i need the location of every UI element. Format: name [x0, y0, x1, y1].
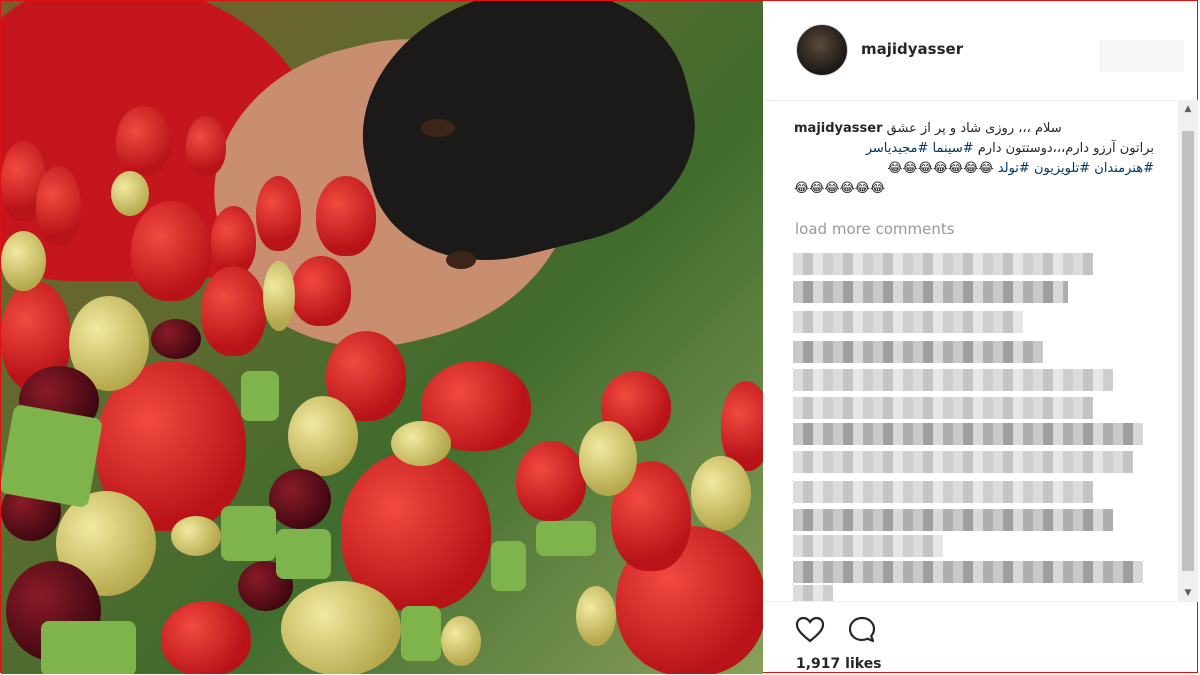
caption-text-2: براتون آرزو دارم،،،دوستتون دارم: [973, 141, 1154, 156]
blurred-comment: [793, 397, 1093, 419]
strawberry: [161, 601, 251, 674]
blurred-comment: [793, 281, 1068, 303]
comments-scrollbar[interactable]: ▲ ▼: [1178, 101, 1198, 601]
strawberry: [316, 176, 376, 256]
strawberry: [116, 106, 171, 176]
cucumber: [1, 403, 104, 509]
caption-line-2: براتون آرزو دارم،،،دوستتون دارم #سینما #…: [794, 139, 1154, 159]
scroll-down-arrow-icon[interactable]: ▼: [1178, 585, 1198, 601]
cucumber: [221, 506, 276, 561]
blurred-comment: [793, 535, 943, 557]
blurred-comment: [793, 481, 1093, 503]
cherry: [151, 319, 201, 359]
caption-line-1: majidyasser سلام ،،، روزی شاد و پر از عش…: [794, 119, 1154, 139]
caption-emoji-1: 😂😂😂😂😂😂😂: [887, 161, 994, 176]
heart-icon[interactable]: [794, 614, 826, 646]
comment-icon[interactable]: [846, 614, 878, 646]
cucumber: [401, 606, 441, 661]
caption-emoji-2: 😂😂😂😂😂😂: [794, 181, 886, 196]
cucumber: [276, 529, 331, 579]
grape: [1, 231, 46, 291]
grape: [691, 456, 751, 531]
blurred-comment: [793, 509, 1113, 531]
cucumber: [491, 541, 526, 591]
avatar[interactable]: [796, 24, 848, 76]
blurred-comment: [793, 451, 1133, 473]
caption-text-1: سلام ،،، روزی شاد و پر از عشق: [886, 121, 1062, 136]
blurred-comment: [793, 369, 1113, 391]
follow-button-blurred[interactable]: [1099, 40, 1184, 72]
cucumber: [536, 521, 596, 556]
scroll-up-arrow-icon[interactable]: ▲: [1178, 101, 1198, 117]
strawberry: [131, 201, 211, 301]
strawberry: [186, 116, 226, 176]
strawberry: [201, 266, 266, 356]
post-caption: majidyasser سلام ،،، روزی شاد و پر از عش…: [794, 119, 1154, 199]
grape: [111, 171, 149, 216]
scrollbar-thumb[interactable]: [1182, 131, 1194, 571]
grape: [288, 396, 358, 476]
header-username[interactable]: majidyasser: [861, 40, 963, 58]
caption-line-3: #هنرمندان #تلویزیون #تولد 😂😂😂😂😂😂😂: [794, 159, 1154, 179]
grape: [281, 581, 401, 674]
blurred-comment: [793, 311, 1023, 333]
blurred-comment: [793, 423, 1143, 445]
photo-eye: [421, 119, 455, 137]
blurred-comment: [793, 253, 1093, 275]
blurred-comment: [793, 585, 833, 601]
post-actions: 1,917 likes: [764, 601, 1198, 675]
caption-username[interactable]: majidyasser: [794, 121, 883, 136]
caption-line-4: 😂😂😂😂😂😂: [794, 179, 1154, 199]
post-photo[interactable]: [1, 1, 763, 674]
cucumber: [41, 621, 136, 674]
grape: [576, 586, 616, 646]
post-header: majidyasser: [764, 0, 1198, 101]
grape: [391, 421, 451, 466]
cucumber: [241, 371, 279, 421]
grape: [171, 516, 221, 556]
strawberry: [36, 166, 81, 246]
strawberry: [256, 176, 301, 251]
strawberry: [516, 441, 586, 521]
caption-hashtags-2[interactable]: #هنرمندان #تلویزیون #تولد: [998, 161, 1154, 176]
likes-count[interactable]: 1,917 likes: [796, 656, 882, 672]
grape: [263, 261, 295, 331]
blurred-comment: [793, 341, 1043, 363]
grape: [579, 421, 637, 496]
comments-panel: majidyasser سلام ،،، روزی شاد و پر از عش…: [764, 101, 1178, 601]
photo-eye: [446, 251, 476, 269]
strawberry: [291, 256, 351, 326]
grape: [441, 616, 481, 666]
blurred-comment: [793, 561, 1143, 583]
caption-hashtags-1[interactable]: #سینما #مجیدیاسر: [866, 141, 974, 156]
load-more-comments-link[interactable]: load more comments: [795, 220, 955, 238]
cherry: [269, 469, 331, 529]
